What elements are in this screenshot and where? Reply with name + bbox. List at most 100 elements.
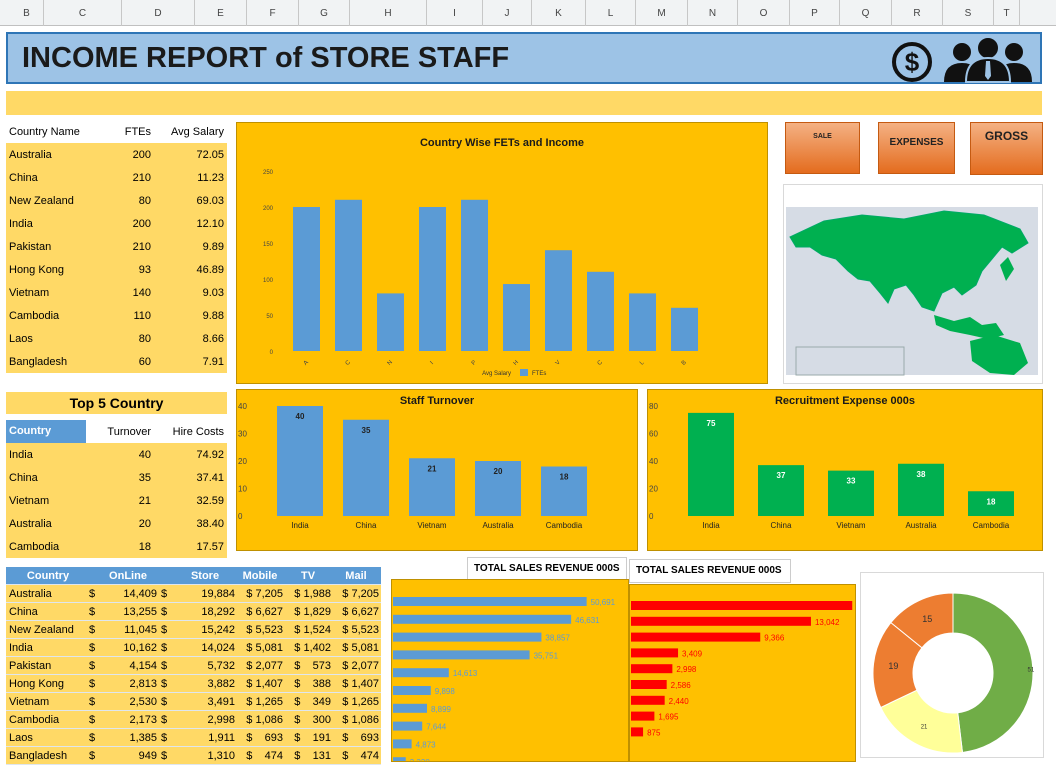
- table-cell: $ 1,265: [342, 695, 379, 708]
- bar[interactable]: [393, 632, 542, 642]
- column-header-H[interactable]: H: [350, 0, 427, 26]
- svg-text:$: $: [905, 47, 920, 77]
- bar[interactable]: [631, 680, 667, 689]
- report-title-box[interactable]: INCOME REPORT of STORE STAFF: [6, 32, 1042, 84]
- recruitment-expense-chart[interactable]: Recruitment Expense 000s 0 20 40 60 80 75 Indi…: [647, 389, 1043, 551]
- data-label: 21: [921, 725, 928, 731]
- bar[interactable]: [631, 616, 811, 626]
- data-label: 2,586: [671, 681, 692, 690]
- table-cell: $ 5,523: [246, 623, 283, 636]
- table-cell: Cambodia: [9, 309, 60, 322]
- sales-revenue-chart-blue[interactable]: 50,691 46,631 38,857 35,751 14,613 9,898 8,899…: [391, 579, 629, 762]
- staff-turnover-chart[interactable]: Staff Turnover 0 10 20 30 40 40 India 35 China 21…: [236, 389, 638, 551]
- table-cell: $ 300: [294, 713, 331, 726]
- x-tick-label: Vietnam: [836, 521, 866, 530]
- table-cell: $: [89, 695, 96, 708]
- table-cell: India: [9, 217, 33, 230]
- bar[interactable]: [277, 406, 323, 516]
- table-cell: Australia: [9, 148, 52, 161]
- table-cell: $: [161, 587, 168, 600]
- bar[interactable]: [393, 721, 423, 731]
- gross-button[interactable]: GROSS: [970, 122, 1043, 175]
- bar[interactable]: [631, 648, 679, 658]
- table-cell: 200: [132, 148, 151, 161]
- column-header-O[interactable]: O: [738, 0, 790, 26]
- data-label: 50,691: [591, 598, 616, 607]
- bar[interactable]: [335, 199, 362, 351]
- column-header-D[interactable]: D: [122, 0, 195, 26]
- y-tick-label: 0: [238, 512, 243, 521]
- table-row: Bangladesh $949 $1,310 $ 474 $ 131 $ 474: [6, 747, 381, 765]
- bar[interactable]: [393, 650, 530, 660]
- bar[interactable]: [631, 695, 665, 705]
- column-header-E[interactable]: E: [195, 0, 247, 26]
- column-header-J[interactable]: J: [483, 0, 532, 26]
- legend-swatch: [520, 369, 528, 376]
- table-cell: $ 1,407: [342, 677, 379, 690]
- bar[interactable]: [545, 250, 572, 351]
- column-header-Q[interactable]: Q: [840, 0, 892, 26]
- column-header: Mobile: [242, 569, 278, 582]
- bar[interactable]: [587, 271, 614, 351]
- x-tick-label: Vietnam: [417, 521, 447, 530]
- column-header-P[interactable]: P: [790, 0, 840, 26]
- column-header-R[interactable]: R: [892, 0, 943, 26]
- column-header-B[interactable]: B: [10, 0, 44, 26]
- column-header-C[interactable]: C: [44, 0, 122, 26]
- y-tick-label: 0: [270, 350, 274, 356]
- column-header-F[interactable]: F: [247, 0, 299, 26]
- column-header-I[interactable]: I: [427, 0, 483, 26]
- table-cell: $: [89, 605, 96, 618]
- donut-chart-panel[interactable]: 51 21 19 15: [860, 572, 1044, 758]
- bar[interactable]: [631, 632, 761, 642]
- bar[interactable]: [631, 711, 655, 721]
- bar[interactable]: [393, 739, 412, 749]
- column-header-L[interactable]: L: [586, 0, 636, 26]
- bar[interactable]: [393, 686, 431, 695]
- table-row: New Zealand $11,045 $15,242 $ 5,523 $ 1,524 $…: [6, 621, 381, 639]
- bar[interactable]: [393, 597, 587, 606]
- bar[interactable]: [393, 614, 572, 624]
- x-tick-label: Australia: [905, 521, 937, 530]
- bar[interactable]: [629, 293, 656, 351]
- sales-revenue-chart-red[interactable]: 16,03313,0429,3663,4092,9982,5862,4401,6…: [629, 584, 856, 762]
- bar[interactable]: [688, 412, 734, 516]
- map-panel[interactable]: [783, 184, 1043, 384]
- donut-slice[interactable]: [952, 592, 1034, 753]
- bar[interactable]: [393, 703, 427, 713]
- column-header: OnLine: [109, 569, 147, 582]
- data-label: 3,338: [410, 758, 431, 761]
- table-cell: $: [89, 731, 96, 744]
- bar[interactable]: [671, 307, 698, 351]
- x-tick-label: I: [430, 360, 436, 366]
- bar[interactable]: [393, 668, 449, 678]
- table-cell: $ 573: [294, 659, 331, 672]
- column-header-N[interactable]: N: [688, 0, 738, 26]
- country-fte-chart[interactable]: Country Wise FETs and Income 0 50 100 150 20…: [236, 122, 768, 384]
- column-header-S[interactable]: S: [943, 0, 994, 26]
- bar[interactable]: [419, 207, 446, 351]
- table-cell: 12.10: [196, 217, 224, 230]
- column-header-G[interactable]: G: [299, 0, 350, 26]
- table-cell: 18: [138, 540, 151, 553]
- table-row: Cambodia 110 9.88: [6, 304, 227, 327]
- column-header-M[interactable]: M: [636, 0, 688, 26]
- bar[interactable]: [393, 757, 406, 761]
- table-cell: $ 1,524: [294, 623, 331, 636]
- column-header-T[interactable]: T: [994, 0, 1020, 26]
- bar[interactable]: [631, 727, 644, 737]
- x-tick-label: China: [356, 521, 377, 530]
- bar[interactable]: [293, 207, 320, 351]
- table-header: Country Turnover Hire Costs: [6, 420, 227, 443]
- bar[interactable]: [631, 664, 673, 674]
- x-tick-label: China: [771, 521, 792, 530]
- bar[interactable]: [631, 601, 853, 610]
- sale-button[interactable]: SALE: [785, 122, 860, 174]
- table-cell: 4,154: [129, 659, 157, 672]
- bar[interactable]: [377, 293, 404, 351]
- column-header-K[interactable]: K: [532, 0, 586, 26]
- bar[interactable]: [503, 284, 530, 351]
- table-cell: $: [161, 605, 168, 618]
- expenses-button[interactable]: EXPENSES: [878, 122, 955, 174]
- bar[interactable]: [461, 199, 488, 351]
